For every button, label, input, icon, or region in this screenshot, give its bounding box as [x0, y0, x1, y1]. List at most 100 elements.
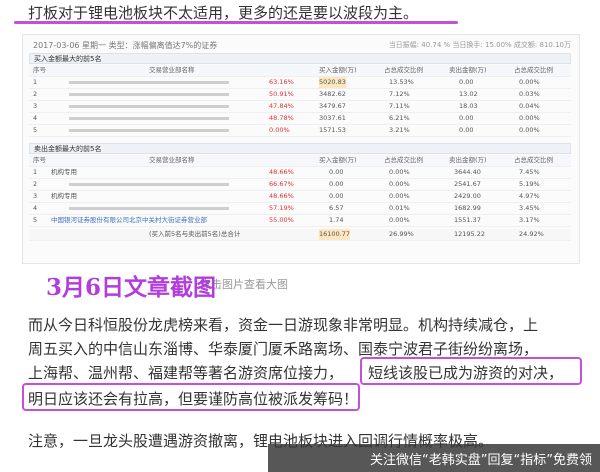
row-sell: 2429.00 [454, 192, 481, 200]
sum-label: (买入前5名与卖出前5名)总合计 [149, 230, 241, 238]
row-buy: 3479.67 [319, 102, 346, 110]
col-idx: 序号 [33, 156, 46, 164]
row-pct: 48.78% [269, 114, 294, 122]
row-pct: 48.66% [269, 168, 294, 176]
row-sratio: 0.00% [519, 114, 540, 122]
table-row: 4 48.78% 3037.61 6.21% 0.00 0.00% [29, 113, 571, 125]
row-pct: 55.00% [269, 216, 294, 224]
blurred-name [69, 207, 229, 210]
col-buy: 买入金额(万) [319, 66, 357, 74]
row-pct: 48.66% [269, 192, 294, 200]
col-bratio: 占总成交比例 [384, 156, 423, 164]
blurred-name [69, 183, 229, 186]
row-sell: 1551.37 [454, 216, 481, 224]
col-sratio: 占总成交比例 [514, 66, 553, 74]
table-row: 4 57.19% 6.57 0.01% 1682.99 3.45% [29, 203, 571, 215]
blurred-name [69, 129, 229, 132]
row-sell: 0.00 [459, 78, 474, 86]
row-bratio: 0.01% [389, 204, 410, 212]
row-sell: 0.00 [459, 126, 474, 134]
row-idx: 2 [33, 90, 38, 98]
row-buy: 3482.62 [319, 90, 346, 98]
row-bratio: 0.00% [389, 180, 410, 188]
row-idx: 4 [33, 204, 38, 212]
table-row: 1 63.16% 5020.83 13.53% 0.00 0.00% [29, 77, 571, 89]
row-sell: 2541.67 [454, 180, 481, 188]
row-buy: 0.00 [329, 180, 344, 188]
table-row: 2 50.91% 3482.62 7.12% 13.02 0.03% [29, 89, 571, 101]
row-buy: 6.57 [329, 204, 344, 212]
table-row: 5 中国银河证券股份有限公司北京中关村大街证券营业部 55.00% 1.74 0… [29, 215, 571, 227]
row-bratio: 0.00% [389, 216, 410, 224]
row-bratio: 3.21% [389, 126, 410, 134]
row-pct: 47.84% [269, 102, 294, 110]
row-sratio: 0.04% [519, 102, 540, 110]
highlight-box-2 [22, 383, 360, 411]
col-sratio: 占总成交比例 [514, 156, 553, 164]
row-bratio: 0.00% [389, 192, 410, 200]
row-sell: 0.00 [459, 114, 474, 122]
sum-bratio: 26.99% [389, 230, 414, 238]
row-sratio: 0.00% [519, 78, 540, 86]
screenshot-header: 2017-03-06 星期一 类型：涨幅偏离值达7%的证券 [33, 41, 218, 50]
row-sell: 1682.99 [454, 204, 481, 212]
para-line-2: 周五买入的中信山东淄博、华泰厦门厦禾路离场、国泰宁波君子街纷纷离场， [28, 340, 539, 358]
sum-sratio: 24.92% [519, 230, 544, 238]
highlight-box-1 [360, 357, 582, 385]
row-pct: 63.16% [269, 78, 294, 86]
row-bratio: 6.21% [389, 114, 410, 122]
watermark-text: 关注微信“老韩实盘”回复“指标”免费领 [370, 453, 592, 468]
table-row: 2 66.67% 0.00 0.00% 2541.67 5.19% [29, 179, 571, 191]
row-idx: 3 [33, 192, 38, 200]
row-name: 机构专用 [51, 168, 77, 176]
row-idx: 3 [33, 102, 38, 110]
col-bratio: 占总成交比例 [384, 66, 423, 74]
row-sratio: 3.17% [519, 216, 540, 224]
row-sell: 18.03 [459, 102, 478, 110]
row-name[interactable]: 中国银河证券股份有限公司北京中关村大街证券营业部 [51, 215, 207, 226]
table-row: 1 机构专用 48.66% 0.00 0.00% 3644.40 7.45% [29, 167, 571, 179]
col-sell: 卖出金额(万) [449, 156, 487, 164]
row-idx: 4 [33, 114, 38, 122]
blurred-name [69, 117, 229, 120]
blurred-name [69, 105, 229, 108]
row-sratio: 3.45% [519, 204, 540, 212]
col-idx: 序号 [33, 66, 46, 74]
row-buy: 1571.53 [319, 126, 346, 134]
row-bratio: 13.53% [389, 78, 414, 86]
date-title: 3月6日文章截图 [46, 274, 217, 301]
col-name: 交易营业部名称 [149, 156, 195, 164]
table-row: 5 0.00% 1571.53 3.21% 0.00 0.00% [29, 125, 571, 137]
row-sratio: 0.00% [519, 126, 540, 134]
buy-section-title: 买入金额最大的前5名 [29, 53, 571, 64]
sum-row: (买入前5名与卖出前5名)总合计 16100.77 26.99% 12195.2… [29, 229, 571, 241]
table-header: 序号 交易营业部名称 买入金额(万) 占总成交比例 卖出金额(万) 占总成交比例 [29, 65, 571, 77]
lhb-screenshot: 2017-03-06 星期一 类型：涨幅偏离值达7%的证券 当日振幅: 40.7… [22, 34, 580, 264]
row-sell: 13.02 [459, 90, 478, 98]
top-underline [14, 21, 458, 24]
sell-section-title: 卖出金额最大的前5名 [29, 143, 571, 154]
row-bratio: 7.11% [389, 102, 410, 110]
row-buy: 0.00 [329, 192, 344, 200]
col-name: 交易营业部名称 [149, 66, 195, 74]
para-line-3a: 上海帮、温州帮、福建帮等著名游资席位接力， [28, 364, 344, 382]
row-idx: 5 [33, 216, 38, 224]
sum-sell: 12195.22 [454, 230, 486, 238]
table-row: 3 机构专用 48.66% 0.00 0.00% 2429.00 4.97% [29, 191, 571, 203]
row-buy: 0.00 [329, 168, 344, 176]
row-idx: 2 [33, 180, 38, 188]
screenshot-right-info: 当日振幅: 40.74 % 当日换手: 15.00% 成交额: 810.10万 [388, 41, 571, 49]
col-buy: 买入金额(万) [319, 156, 357, 164]
row-sell: 3644.40 [454, 168, 481, 176]
table-row: 3 47.84% 3479.67 7.11% 18.03 0.04% [29, 101, 571, 113]
sum-buy: 16100.77 [319, 229, 351, 240]
row-idx: 1 [33, 168, 38, 176]
blurred-name [69, 93, 229, 96]
row-buy: 3037.61 [319, 114, 346, 122]
row-buy: 1.74 [329, 216, 344, 224]
row-pct: 0.00% [269, 126, 290, 134]
row-name: 机构专用 [51, 192, 77, 200]
row-sratio: 4.97% [519, 192, 540, 200]
row-idx: 5 [33, 126, 38, 134]
col-sell: 卖出金额(万) [449, 66, 487, 74]
